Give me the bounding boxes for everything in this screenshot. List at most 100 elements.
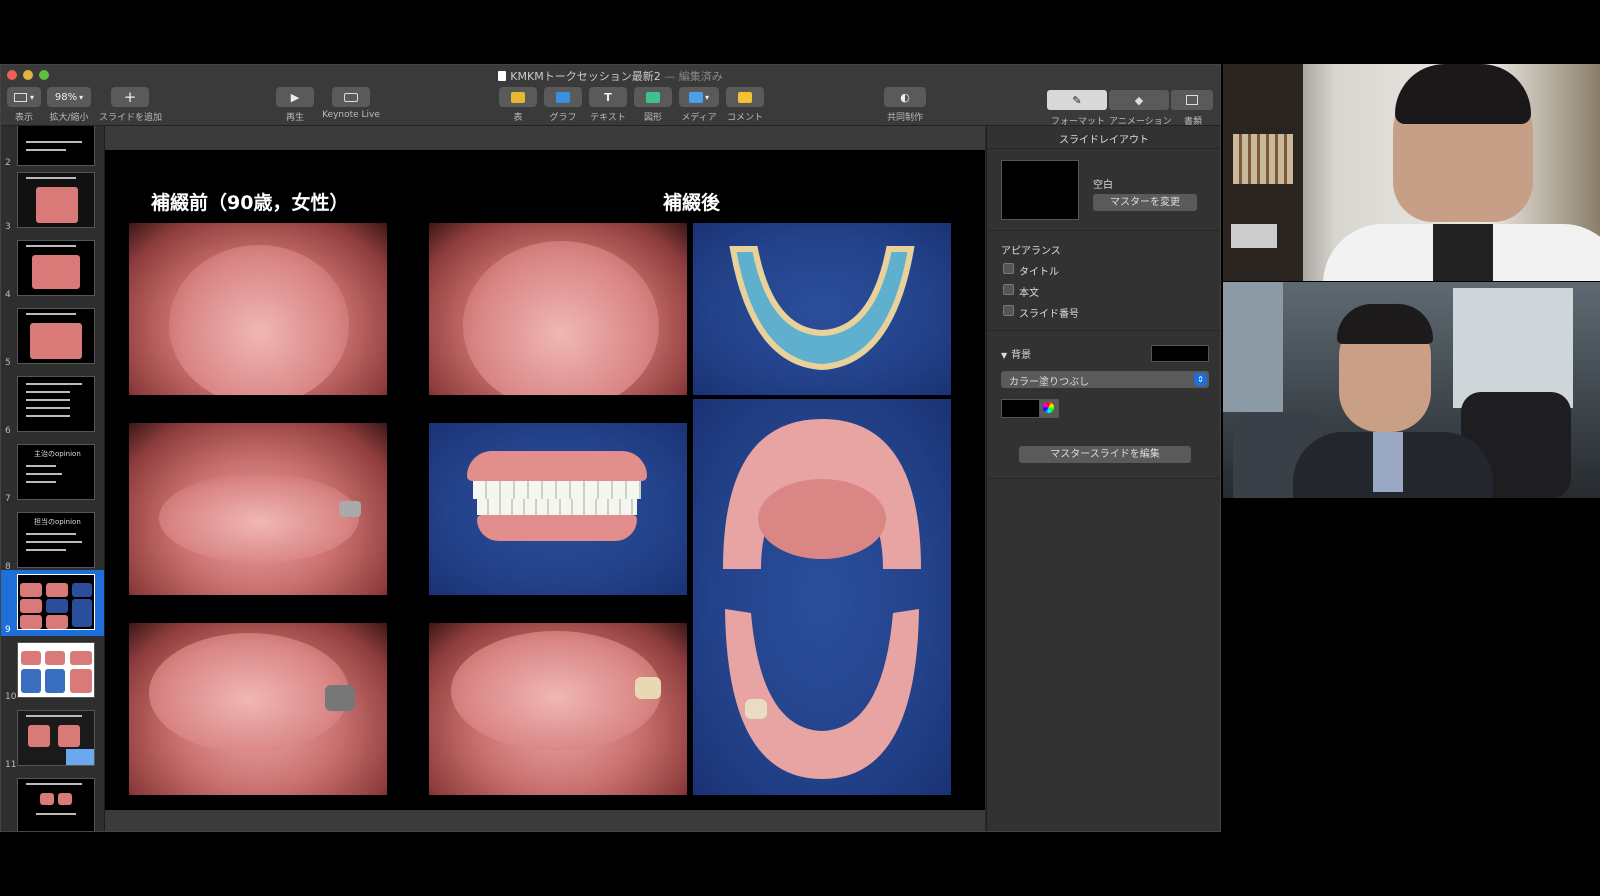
comment-icon[interactable] <box>726 87 764 107</box>
play-icon[interactable]: ▶ <box>276 87 314 107</box>
tab-format[interactable]: ✎ <box>1047 90 1107 110</box>
keynote-live-button[interactable]: Keynote Live <box>319 87 383 120</box>
slide-thumbnail[interactable] <box>17 778 95 831</box>
photo-before-upper[interactable] <box>129 223 387 395</box>
media-label: メディア <box>681 113 717 123</box>
photo-before-lower[interactable] <box>129 623 387 795</box>
zoom-value: 98% <box>54 91 78 103</box>
chart-icon[interactable] <box>544 87 582 107</box>
shape-icon[interactable] <box>634 87 672 107</box>
background-color-well[interactable] <box>1151 345 1209 362</box>
slide-number: 9 <box>5 625 11 635</box>
thumbnail-title: 主治のopinion <box>34 450 81 458</box>
photo-after-upper[interactable] <box>429 223 687 395</box>
media-button[interactable]: ▾ メディア <box>679 87 719 123</box>
thumbnail-title: 担当のopinion <box>34 518 81 526</box>
title-checkbox[interactable] <box>1003 263 1014 274</box>
tab-animate[interactable]: ◆ <box>1109 90 1169 110</box>
zoom-label: 拡大/縮小 <box>49 113 89 123</box>
video-participant-2[interactable] <box>1223 282 1600 498</box>
slide-thumbnail[interactable] <box>17 376 95 432</box>
slide-number: 2 <box>5 158 11 168</box>
slide-number: 10 <box>5 692 17 702</box>
document-icon <box>1186 95 1198 105</box>
color-swatch[interactable] <box>1001 399 1041 418</box>
title-bar: KMKMトークセッション最新2 — 編集済み <box>1 65 1220 85</box>
slide-number: 11 <box>5 760 17 770</box>
photo-before-frontal[interactable] <box>129 423 387 595</box>
slide-thumbnail[interactable] <box>17 240 95 296</box>
plus-icon[interactable]: + <box>111 87 149 107</box>
zoom-select[interactable]: 98% ▾ <box>47 87 91 107</box>
slide-thumbnail[interactable] <box>17 172 95 228</box>
background-section[interactable]: ▼ 背景 <box>1001 346 1031 361</box>
slide-thumbnail[interactable] <box>17 642 95 698</box>
stepper-chevron-icon: ⇕ <box>1194 373 1207 386</box>
media-icon[interactable]: ▾ <box>679 87 719 107</box>
collaborate-label: 共同制作 <box>886 113 923 123</box>
shape-label: 図形 <box>643 113 662 123</box>
disclosure-triangle-icon: ▼ <box>1001 351 1008 360</box>
text-button[interactable]: T テキスト <box>589 87 627 123</box>
text-icon[interactable]: T <box>589 87 627 107</box>
slide-canvas[interactable]: 補綴前（90歳，女性） 補綴後 <box>105 126 985 831</box>
inspector-tabs: ✎ フォーマット ◆ アニメーション 書類 <box>987 88 1220 127</box>
zoom-control[interactable]: 98% ▾ 拡大/縮小 <box>47 87 91 123</box>
participant-2-shirt <box>1373 432 1403 492</box>
photo-after-lower[interactable] <box>429 623 687 795</box>
slide-thumbnail[interactable] <box>17 710 95 766</box>
heading-before[interactable]: 補綴前（90歳，女性） <box>151 188 348 215</box>
shape-button[interactable]: 図形 <box>634 87 672 123</box>
document-label: 書類 <box>1184 117 1203 127</box>
color-wheel-button[interactable] <box>1039 399 1059 418</box>
photo-after-dentures-frontal[interactable] <box>429 423 687 595</box>
window-background <box>1453 288 1573 408</box>
play-label: 再生 <box>285 113 304 123</box>
body-checkbox[interactable] <box>1003 284 1014 295</box>
slide-thumbnail[interactable]: 担当のopinion <box>17 512 95 568</box>
slide-thumbnail[interactable] <box>17 308 95 364</box>
sidebar-icon[interactable]: ▾ <box>7 87 41 107</box>
add-slide-button[interactable]: + スライドを追加 <box>99 87 162 123</box>
tab-document[interactable] <box>1171 90 1213 110</box>
edit-master-slide-button[interactable]: マスタースライドを編集 <box>1019 446 1191 463</box>
chart-label: グラフ <box>549 113 577 123</box>
photo-dentures-occlusal[interactable] <box>693 399 951 795</box>
live-icon[interactable] <box>332 87 370 107</box>
participant-1-hair <box>1395 64 1531 124</box>
collaborate-icon[interactable]: ◐ <box>884 87 926 107</box>
participant-2-hair <box>1337 304 1433 344</box>
table-label: 表 <box>513 113 523 123</box>
table-icon[interactable] <box>499 87 537 107</box>
table-button[interactable]: 表 <box>499 87 537 123</box>
edited-status: — 編集済み <box>664 70 723 83</box>
animate-label: アニメーション <box>1109 117 1172 127</box>
collaborate-button[interactable]: ◐ 共同制作 <box>884 87 926 123</box>
play-button[interactable]: ▶ 再生 <box>276 87 314 123</box>
comment-label: コメント <box>726 113 763 123</box>
background-label: 背景 <box>1011 350 1032 361</box>
slide-thumbnail-selected[interactable] <box>17 574 95 630</box>
slide-number: 6 <box>5 426 11 436</box>
comment-button[interactable]: コメント <box>726 87 764 123</box>
appearance-label: アピアランス <box>1001 246 1061 257</box>
master-thumbnail[interactable] <box>1001 160 1079 220</box>
slide-number: 3 <box>5 222 11 232</box>
photo-cast-model[interactable] <box>693 223 951 395</box>
shelf-left <box>1223 282 1283 412</box>
change-master-button[interactable]: マスターを変更 <box>1093 194 1197 211</box>
slide-number: 7 <box>5 494 11 504</box>
slide[interactable]: 補綴前（90歳，女性） 補綴後 <box>105 150 985 810</box>
heading-after[interactable]: 補綴後 <box>663 188 720 215</box>
video-participant-1[interactable] <box>1223 64 1600 281</box>
fill-type-select[interactable]: カラー塗りつぶし ⇕ <box>1001 371 1209 388</box>
keynote-live-label: Keynote Live <box>322 110 380 120</box>
color-wheel-icon <box>1043 402 1054 413</box>
animate-icon: ◆ <box>1134 93 1144 107</box>
chart-button[interactable]: グラフ <box>544 87 582 123</box>
slide-thumbnail[interactable] <box>17 126 95 166</box>
slide-thumbnail[interactable]: 主治のopinion <box>17 444 95 500</box>
slide-number: 5 <box>5 358 11 368</box>
view-control[interactable]: ▾ 表示 <box>7 87 41 123</box>
slide-number-checkbox[interactable] <box>1003 305 1014 316</box>
